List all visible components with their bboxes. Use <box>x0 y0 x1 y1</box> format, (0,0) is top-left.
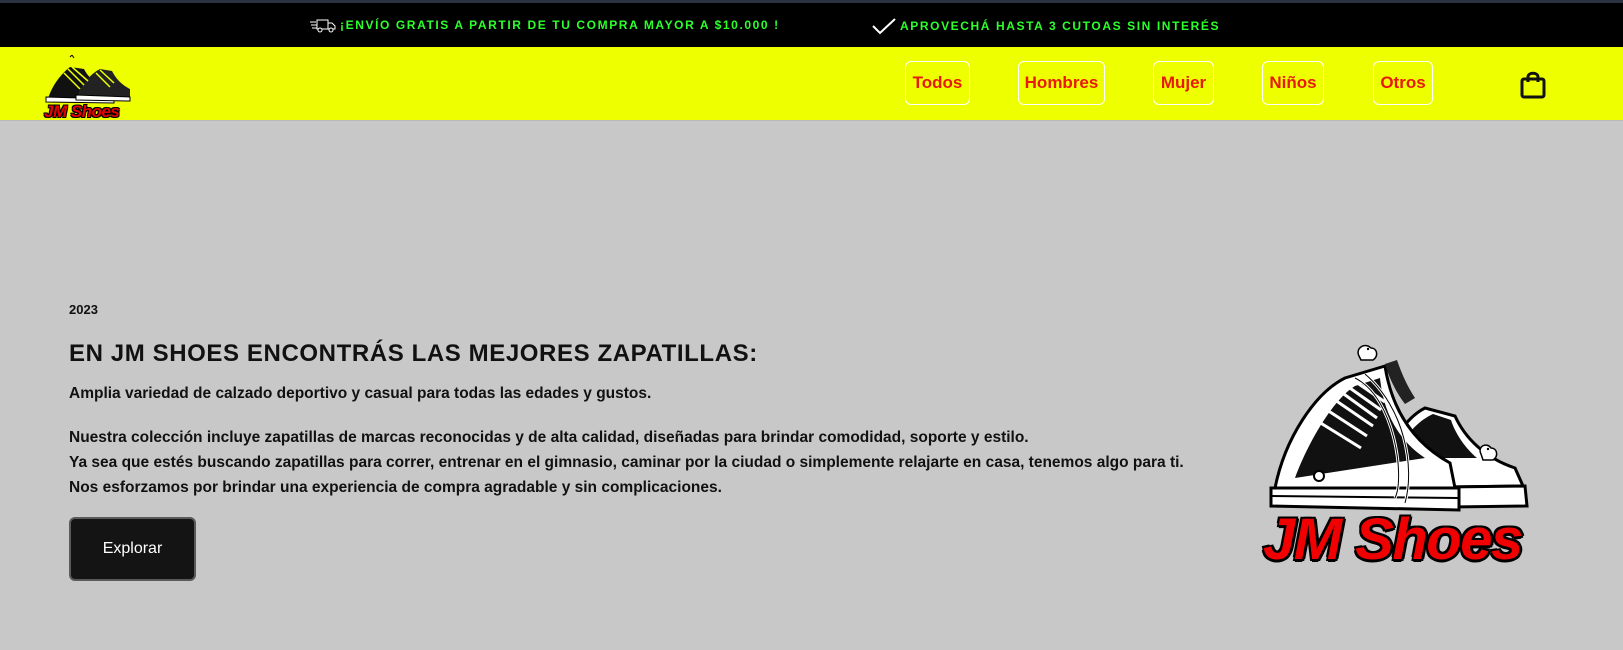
nav-item-otros[interactable]: Otros <box>1373 61 1433 105</box>
hero-description-line: Nos esforzamos por brindar una experienc… <box>69 479 722 496</box>
promo-installments-text: APROVECHÁ HASTA 3 CUTOAS SIN INTERÉS <box>900 19 1221 33</box>
hero-logo-text: JM Shoes <box>1263 507 1523 572</box>
hero-year: 2023 <box>69 302 98 317</box>
shopping-bag-icon[interactable] <box>1518 69 1548 99</box>
hero-headline: EN JM SHOES ENCONTRÁS LAS MEJORES ZAPATI… <box>69 340 758 367</box>
promo-bar: ¡ENVÍO GRATIS A PARTIR DE TU COMPRA MAYO… <box>0 0 1623 47</box>
hero-description-line: Nuestra colección incluye zapatillas de … <box>69 429 1029 446</box>
explore-button[interactable]: Explorar <box>69 517 196 581</box>
hero-lead: Amplia variedad de calzado deportivo y c… <box>69 385 652 402</box>
nav-item-mujer[interactable]: Mujer <box>1153 61 1214 105</box>
hero-description-line: Ya sea que estés buscando zapatillas par… <box>69 454 1184 471</box>
checkmark-icon <box>872 17 896 35</box>
sneakers-logo-icon <box>45 54 131 104</box>
promo-installments: APROVECHÁ HASTA 3 CUTOAS SIN INTERÉS <box>872 17 1220 35</box>
nav-item-ninos[interactable]: Niños <box>1262 61 1324 105</box>
sneakers-illustration-icon <box>1269 344 1529 512</box>
promo-shipping: ¡ENVÍO GRATIS A PARTIR DE TU COMPRA MAYO… <box>310 17 780 33</box>
brand-logo-text: JM Shoes <box>44 102 120 121</box>
main-navbar: JM Shoes Todos Hombres Mujer Niños Otros <box>0 47 1623 121</box>
nav-item-todos[interactable]: Todos <box>905 61 970 105</box>
delivery-truck-icon <box>310 17 336 33</box>
brand-logo[interactable]: JM Shoes <box>40 54 132 121</box>
promo-shipping-text: ¡ENVÍO GRATIS A PARTIR DE TU COMPRA MAYO… <box>340 18 780 32</box>
nav-item-hombres[interactable]: Hombres <box>1018 61 1105 105</box>
hero-brand-logo: JM Shoes <box>1255 338 1555 572</box>
hero-description: Nuestra colección incluye zapatillas de … <box>69 425 1184 500</box>
